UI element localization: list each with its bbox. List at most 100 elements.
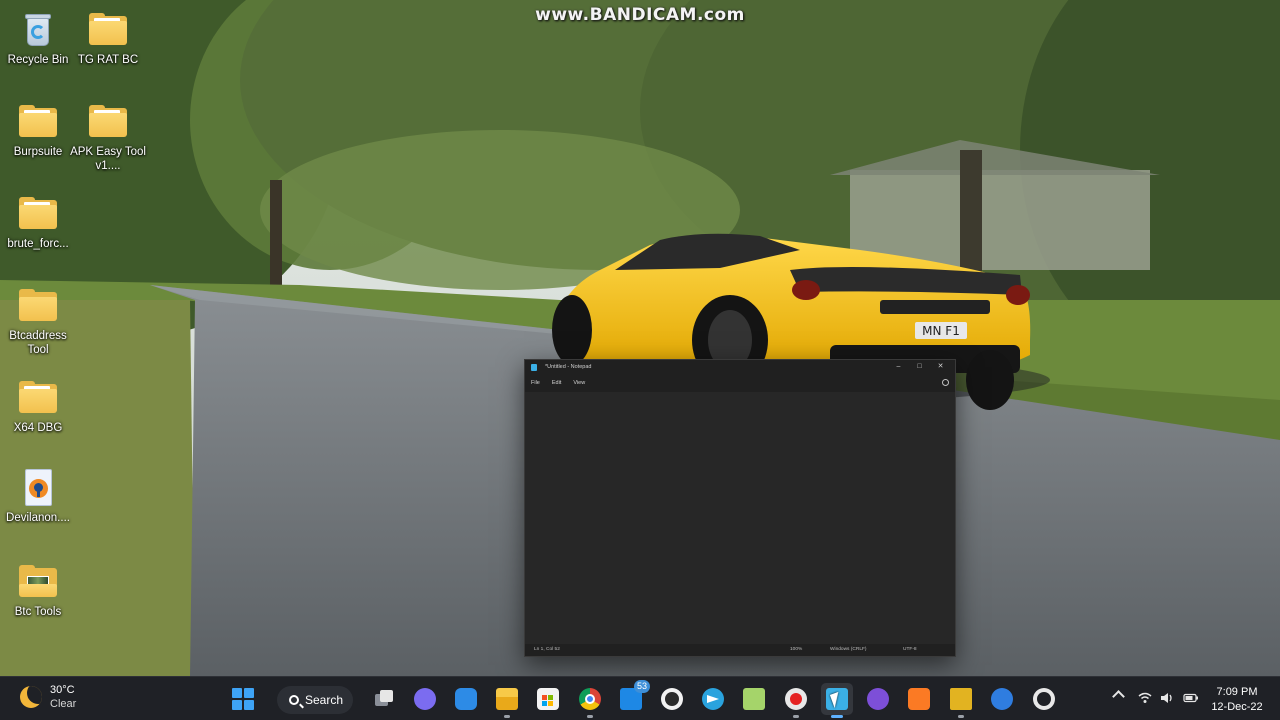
notepad-app-icon (531, 363, 537, 371)
minimize-button[interactable]: – (888, 360, 909, 374)
record-icon (785, 688, 807, 710)
desktop-icon-tg-rat-bc[interactable]: TG RAT BC (70, 10, 146, 67)
xampp-button[interactable] (903, 683, 935, 715)
desktop-icon-recycle-bin[interactable]: Recycle Bin (0, 10, 76, 67)
mail-button[interactable]: 53 (615, 680, 650, 715)
desktop-icon-label: Recycle Bin (7, 54, 69, 66)
taskbar-app-button[interactable] (450, 683, 482, 715)
obs-button[interactable] (1028, 683, 1060, 715)
obs-icon (1033, 688, 1055, 710)
desktop-icon-btcaddress-tool[interactable]: Btcaddress Tool (0, 286, 76, 357)
desktop-icon-label: Devilanon.... (6, 512, 70, 524)
desktop-icon-label: brute_forc... (7, 238, 69, 250)
notepad-plus-button[interactable] (738, 683, 770, 715)
tor-browser-icon (867, 688, 889, 710)
running-indicator (958, 715, 964, 718)
word-button[interactable] (656, 683, 688, 715)
folder-icon (88, 102, 128, 142)
bandicam-record-button[interactable] (780, 683, 812, 718)
network-tool-button[interactable] (945, 683, 977, 718)
network-tool-icon (950, 688, 972, 710)
notepad-statusbar: Ln 1, Col 52 100% Windows (CRLF) UTF-8 (525, 644, 955, 656)
desktop-icon-label: Btc Tools (14, 606, 62, 618)
settings-gear-icon[interactable] (942, 379, 949, 386)
svg-text:MN F1: MN F1 (922, 324, 960, 338)
telegram-button[interactable] (697, 683, 729, 715)
microsoft-store-button[interactable] (532, 683, 564, 715)
desktop-icon-label: APK Easy Tool v1.... (70, 146, 146, 172)
cursor-position: Ln 1, Col 52 (534, 647, 560, 652)
maximize-button[interactable]: □ (909, 360, 930, 374)
openvpn-config-icon (18, 468, 58, 508)
desktop-icon-x64-dbg[interactable]: X64 DBG (0, 378, 76, 435)
notepad-text-area[interactable] (525, 392, 955, 644)
zoom-level: 100% (790, 647, 803, 652)
app-launcher-button[interactable] (986, 683, 1018, 715)
xampp-icon (908, 688, 930, 710)
taskbar-clock[interactable]: 7:09 PM 12-Dec-22 (1200, 685, 1274, 715)
bandicam-watermark: www.BANDICAM.com (535, 5, 745, 25)
folder-icon (18, 102, 58, 142)
weather-condition: Clear (50, 698, 77, 710)
clock-time: 7:09 PM (1216, 686, 1258, 698)
notepad-title: *Untitled - Notepad (545, 364, 592, 370)
weather-widget[interactable]: 30°C Clear (20, 683, 76, 711)
folder-icon (18, 286, 58, 326)
desktop-icon-burpsuite[interactable]: Burpsuite (0, 102, 76, 159)
app-blue-icon (455, 688, 477, 710)
search-label: Search (305, 693, 344, 707)
menu-edit[interactable]: Edit (552, 380, 561, 386)
desktop-icon-label: Btcaddress Tool (9, 330, 67, 356)
notepad-window[interactable]: *Untitled - Notepad – □ ✕ File Edit View… (524, 359, 956, 657)
search-icon (289, 695, 299, 705)
desktop-icon-apk-easy-tool[interactable]: APK Easy Tool v1.... (70, 102, 146, 173)
line-ending: Windows (CRLF) (830, 647, 867, 652)
desktop-icon-label: TG RAT BC (77, 54, 139, 66)
menu-file[interactable]: File (531, 380, 540, 386)
task-view-button[interactable] (368, 683, 400, 715)
window-controls: – □ ✕ (888, 360, 951, 374)
task-view-icon (373, 688, 395, 710)
wifi-icon[interactable] (1138, 691, 1152, 705)
recycle-bin-icon (18, 10, 58, 50)
notepad-titlebar[interactable]: *Untitled - Notepad – □ ✕ (525, 360, 955, 374)
teams-chat-button[interactable] (409, 683, 441, 715)
desktop-icon-brute-force[interactable]: brute_forc... (0, 194, 76, 251)
running-indicator (587, 715, 593, 718)
desktop-icon-label: Burpsuite (13, 146, 63, 158)
battery-icon[interactable] (1183, 691, 1198, 705)
moon-icon (20, 686, 42, 708)
folder-icon (88, 10, 128, 50)
volume-icon[interactable] (1160, 691, 1174, 705)
desktop-icon-label: X64 DBG (13, 422, 63, 434)
desktop-icon-devilanon[interactable]: Devilanon.... (0, 468, 76, 525)
tor-browser-button[interactable] (862, 683, 894, 715)
chat-icon (414, 688, 436, 710)
menu-view[interactable]: View (573, 380, 585, 386)
telegram-icon (702, 688, 724, 710)
start-button[interactable] (227, 683, 259, 715)
folder-icon (18, 194, 58, 234)
running-indicator (793, 715, 799, 718)
microsoft-store-icon (537, 688, 559, 710)
notepad-plus-icon (743, 688, 765, 710)
writing-app-icon (661, 688, 683, 710)
notification-badge: 53 (633, 680, 650, 693)
file-explorer-icon (496, 688, 518, 710)
file-explorer-button[interactable] (491, 683, 523, 718)
search-button[interactable]: Search (277, 686, 353, 714)
notepad-menubar: File Edit View (525, 374, 955, 392)
windows-logo-icon (232, 688, 254, 710)
close-button[interactable]: ✕ (930, 360, 951, 374)
desktop-icon-btc-tools[interactable]: Btc Tools (0, 562, 76, 619)
tray-overflow-chevron-icon[interactable] (1112, 690, 1125, 703)
app-launcher-icon (991, 688, 1013, 710)
encoding: UTF-8 (903, 647, 917, 652)
weather-temperature: 30°C (50, 684, 75, 696)
chrome-button[interactable] (574, 683, 606, 718)
folder-icon (18, 378, 58, 418)
clock-date: 12-Dec-22 (1211, 701, 1263, 713)
chrome-icon (579, 688, 601, 710)
taskbar: 30°C Clear Search 53 7:09 PM 12-Dec-22 (0, 676, 1280, 720)
running-indicator (831, 715, 843, 718)
